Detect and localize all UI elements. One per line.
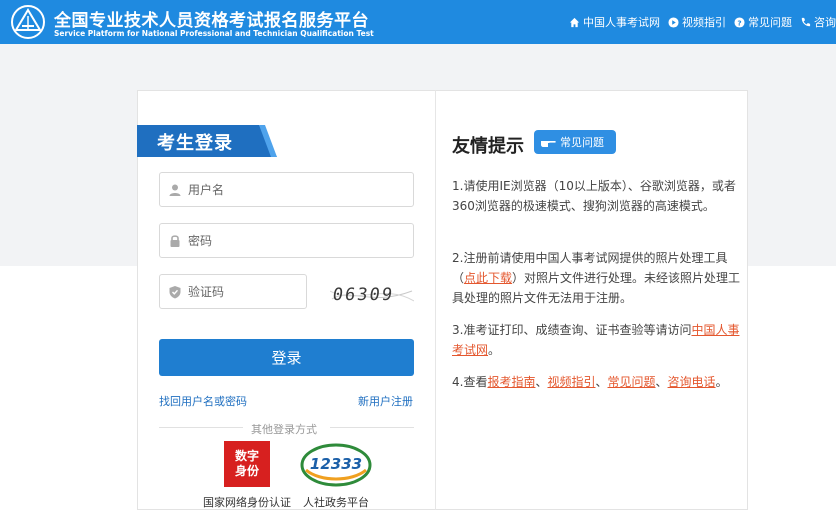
faq-badge-label: 常见问题 (560, 136, 604, 149)
login-tab: 考生登录 (137, 125, 277, 157)
user-icon (169, 184, 181, 196)
platform-subtitle: Service Platform for National Profession… (54, 29, 374, 38)
digital-id-caption: 国家网络身份认证 (203, 496, 291, 509)
12333-caption: 人社政务平台 (303, 496, 369, 509)
digital-id-icon[interactable]: 数字 身份 (224, 441, 270, 487)
12333-icon[interactable]: 12333 (300, 442, 372, 488)
nav-cpta-link[interactable]: 中国人事考试网 (569, 14, 660, 30)
digital-id-logo-text: 数字 (234, 449, 259, 463)
nav-label: 中国人事考试网 (583, 16, 660, 29)
nav-consult-link[interactable]: 咨询 (800, 14, 836, 30)
nav-video-guide-link[interactable]: 视频指引 (668, 14, 726, 30)
tip-3: 3.准考证打印、成绩查询、证书查验等请访问中国人事考试网。 (452, 320, 742, 360)
pointing-hand-icon (541, 141, 556, 147)
nav-label: 常见问题 (748, 16, 792, 29)
consult-phone-link[interactable]: 咨询电话 (668, 375, 716, 389)
question-icon: ? (734, 16, 745, 28)
tip-text: 3.准考证打印、成绩查询、证书查验等请访问 (452, 323, 692, 337)
login-button[interactable]: 登录 (159, 339, 414, 376)
tip-4: 4.查看报考指南、视频指引、常见问题、咨询电话。 (452, 372, 742, 392)
nav-label: 视频指引 (682, 16, 726, 29)
login-tab-label: 考生登录 (157, 133, 233, 154)
tip-text: 1.请使用IE浏览器（10以上版本）、谷歌浏览器，或者360浏览器的极速模式、搜… (452, 179, 736, 213)
faq-badge-button[interactable]: 常见问题 (534, 130, 616, 154)
other-login-label: 其他登录方式 (251, 423, 317, 436)
tip-2: 2.注册前请使用中国人事考试网提供的照片处理工具（点此下载）对照片文件进行处理。… (452, 248, 742, 308)
lock-icon (170, 234, 180, 247)
forgot-password-link[interactable]: 找回用户名或密码 (159, 393, 247, 409)
top-nav: 中国人事考试网 视频指引 ? 常见问题 咨询 (561, 0, 836, 44)
username-input[interactable] (188, 182, 388, 197)
platform-logo-icon (11, 5, 45, 39)
tip-separator: 、 (535, 375, 548, 389)
tip-text: 4.查看 (452, 375, 488, 389)
nav-label: 咨询 (814, 16, 836, 29)
digital-id-logo-text: 身份 (234, 464, 259, 478)
separator-line (159, 427, 243, 428)
header-bar: 全国专业技术人员资格考试报名服务平台 Service Platform for … (0, 0, 836, 44)
username-field[interactable] (159, 172, 414, 207)
home-icon (569, 17, 580, 27)
photo-tool-download-link[interactable]: 点此下载 (464, 271, 512, 285)
password-field[interactable] (159, 223, 414, 258)
exam-guide-link[interactable]: 报考指南 (487, 375, 535, 389)
captcha-input[interactable] (188, 284, 298, 299)
tip-text: 。 (488, 343, 501, 357)
tip-separator: 、 (655, 375, 668, 389)
panel-divider (435, 90, 436, 510)
register-link[interactable]: 新用户注册 (358, 393, 413, 409)
play-icon (668, 16, 679, 28)
password-input[interactable] (188, 233, 388, 248)
tip-1: 1.请使用IE浏览器（10以上版本）、谷歌浏览器，或者360浏览器的极速模式、搜… (452, 176, 742, 216)
platform-title: 全国专业技术人员资格考试报名服务平台 (54, 11, 369, 31)
separator-line (330, 427, 414, 428)
tip-text: 。 (715, 375, 728, 389)
shield-icon (169, 285, 181, 298)
nav-faq-link[interactable]: ? 常见问题 (734, 14, 792, 30)
video-guide-link[interactable]: 视频指引 (547, 375, 595, 389)
12333-logo-text: 12333 (310, 455, 362, 473)
captcha-image[interactable]: 06309 (330, 279, 414, 309)
captcha-text: 06309 (331, 285, 395, 305)
tip-separator: 、 (595, 375, 608, 389)
faq-link[interactable]: 常见问题 (608, 375, 656, 389)
captcha-field[interactable] (159, 274, 307, 309)
tips-title: 友情提示 (452, 136, 524, 157)
svg-text:?: ? (737, 18, 741, 27)
phone-icon (801, 17, 811, 26)
